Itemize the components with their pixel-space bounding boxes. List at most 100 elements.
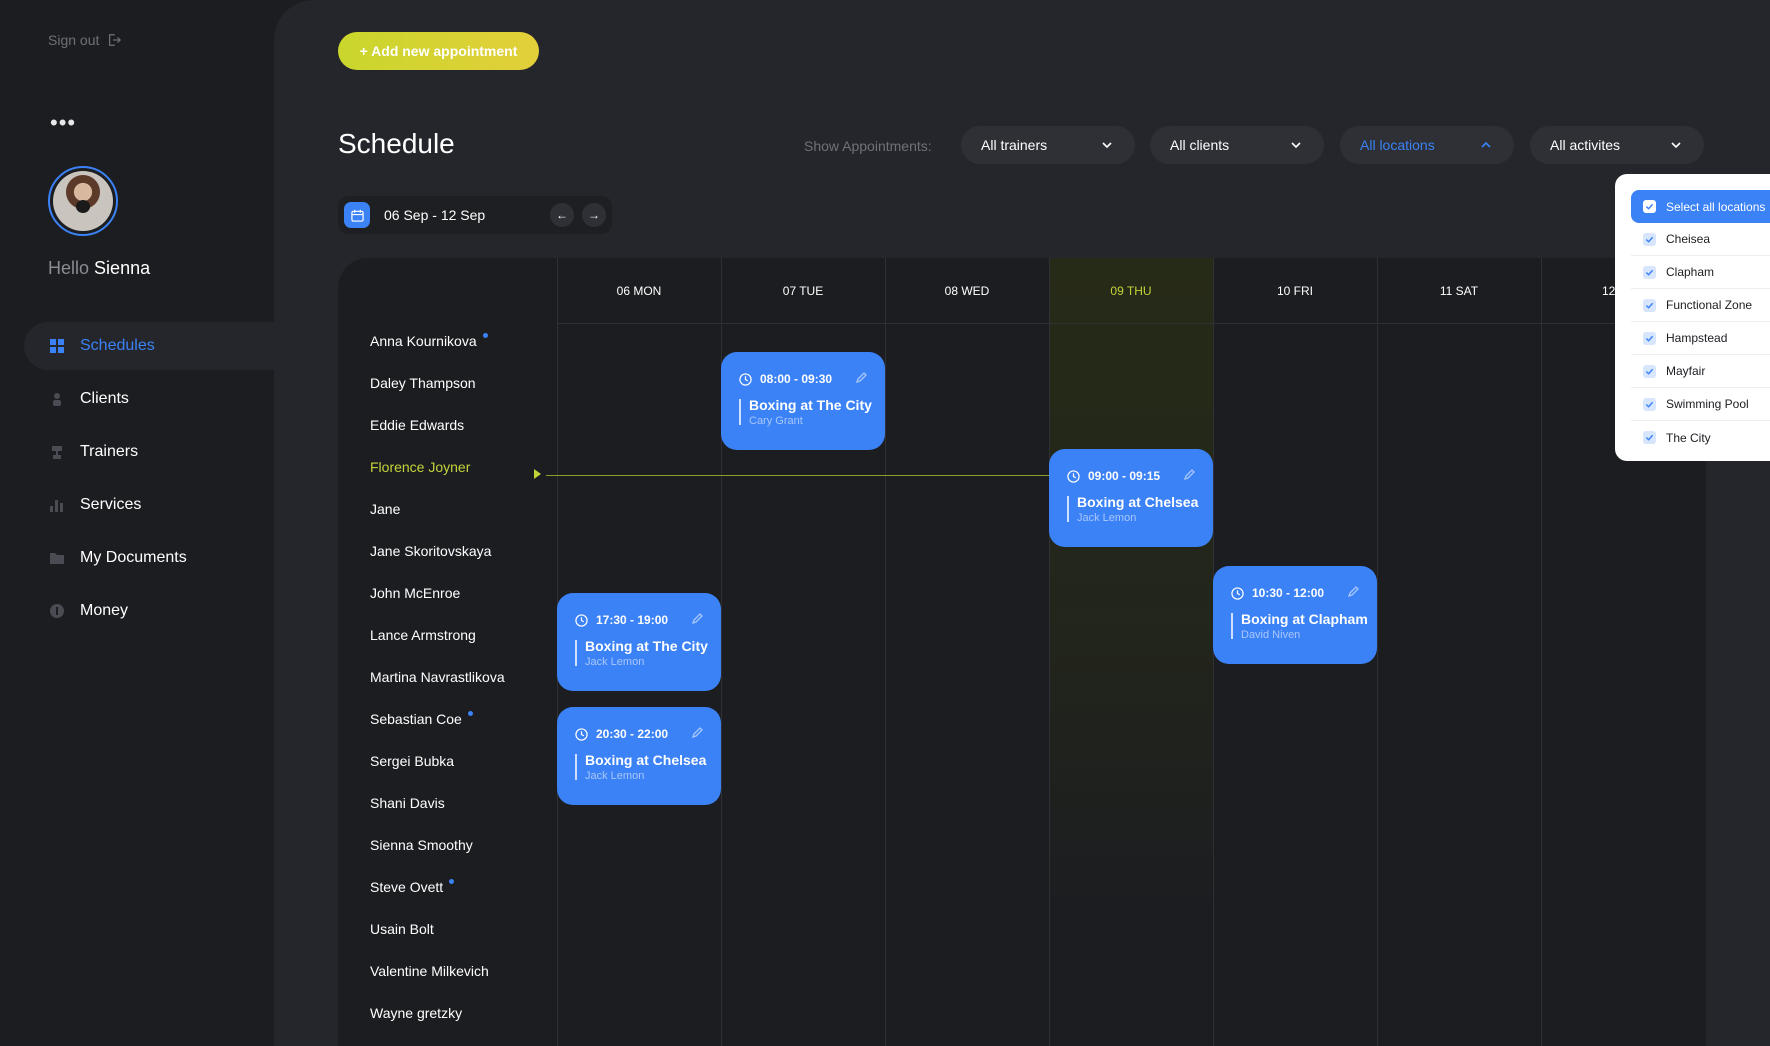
sidebar-nav: Schedules Clients Trainers Services My D… [24, 322, 274, 640]
location-option[interactable]: Swimming Pool [1631, 388, 1770, 421]
sidebar-item-label: Money [80, 602, 129, 619]
sidebar-item-label: Clients [80, 390, 129, 407]
appointment-title: Boxing at Chelsea [585, 752, 707, 768]
filter-label: All clients [1170, 137, 1230, 153]
appointment-title: Boxing at The City [749, 397, 872, 413]
appointment-card[interactable]: 20:30 - 22:00 Boxing at Chelsea Jack Lem… [557, 707, 721, 805]
option-label: Mayfair [1666, 364, 1706, 378]
appointment-card[interactable]: 17:30 - 19:00 Boxing at The City Jack Le… [557, 593, 721, 691]
sidebar-item-services[interactable]: Services [24, 481, 274, 529]
filter-label: All activites [1550, 137, 1621, 153]
sidebar-item-schedules[interactable]: Schedules [24, 322, 274, 370]
column-divider [1377, 258, 1378, 1046]
clock-icon [575, 727, 588, 741]
location-option[interactable]: Functional Zone [1631, 289, 1770, 322]
checkbox-checked-icon[interactable] [1643, 364, 1656, 378]
trainer-list-item[interactable]: Shani Davis [370, 795, 445, 811]
trainer-list-item[interactable]: Anna Kournikova [370, 333, 488, 349]
edit-icon[interactable] [855, 372, 867, 384]
filter-label: All trainers [981, 137, 1048, 153]
date-range-label: 06 Sep - 12 Sep [384, 207, 486, 223]
day-header[interactable]: 08 WED [885, 284, 1049, 298]
option-label: Hampstead [1666, 331, 1728, 345]
sidebar: Sign out ••• Hello Sienna Schedules Clie… [0, 0, 274, 1046]
appointment-time: 17:30 - 19:00 [596, 613, 669, 627]
sign-out-link[interactable]: Sign out [48, 32, 122, 48]
greeting-prefix: Hello [48, 258, 90, 278]
edit-icon[interactable] [691, 727, 703, 739]
day-header-today[interactable]: 09 THU [1049, 284, 1213, 298]
trophy-icon [52, 446, 62, 459]
trainer-list-item[interactable]: Lance Armstrong [370, 627, 476, 643]
day-header[interactable]: 06 MON [557, 284, 721, 298]
chevron-down-icon [1291, 142, 1301, 149]
day-header[interactable]: 07 TUE [721, 284, 885, 298]
appointment-card[interactable]: 10:30 - 12:00 Boxing at Clapham David Ni… [1213, 566, 1377, 664]
edit-icon[interactable] [691, 613, 703, 625]
clients-filter[interactable]: All clients [1150, 126, 1324, 164]
sidebar-item-trainers[interactable]: Trainers [24, 428, 274, 476]
coin-icon [50, 604, 64, 618]
select-all-locations-option[interactable]: Select all locations [1631, 190, 1770, 223]
checkbox-checked-icon[interactable] [1643, 265, 1656, 279]
checkbox-checked-icon[interactable] [1643, 331, 1656, 345]
prev-week-button[interactable]: ← [550, 203, 574, 227]
day-header[interactable]: 11 SAT [1377, 284, 1541, 298]
chevron-up-icon [1481, 141, 1491, 148]
trainer-list-item[interactable]: John McEnroe [370, 585, 460, 601]
location-option[interactable]: The City [1631, 421, 1770, 454]
location-option[interactable]: Cheisea [1631, 223, 1770, 256]
location-option[interactable]: Mayfair [1631, 355, 1770, 388]
trainer-name: Sergei Bubka [370, 753, 455, 769]
more-menu-icon[interactable]: ••• [50, 112, 76, 134]
trainer-list-item[interactable]: Wayne gretzky [370, 1005, 462, 1021]
trainer-list-item[interactable]: Florence Joyner [370, 459, 470, 475]
locations-filter[interactable]: All locations [1340, 126, 1514, 164]
trainer-list-item[interactable]: Sergei Bubka [370, 753, 454, 769]
activities-filter[interactable]: All activites [1530, 126, 1704, 164]
location-option[interactable]: Hampstead [1631, 322, 1770, 355]
trainer-list-item[interactable]: Sebastian Coe [370, 711, 473, 727]
date-range-picker[interactable]: 06 Sep - 12 Sep ← → [338, 196, 612, 234]
sidebar-item-clients[interactable]: Clients [24, 375, 274, 423]
highlight-guide-line [546, 475, 1052, 476]
sidebar-item-money[interactable]: Money [24, 587, 274, 635]
trainers-filter[interactable]: All trainers [961, 126, 1135, 164]
trainer-list-item[interactable]: Jane Skoritovskaya [370, 543, 491, 559]
appointment-card[interactable]: 08:00 - 09:30 Boxing at The City Cary Gr… [721, 352, 885, 450]
trainer-list-item[interactable]: Daley Thampson [370, 375, 476, 391]
avatar[interactable] [48, 166, 118, 236]
calendar-icon[interactable] [344, 202, 370, 228]
trainer-list-item[interactable]: Martina Navrastlikova [370, 669, 505, 685]
option-label: Functional Zone [1666, 298, 1753, 312]
appointment-time: 10:30 - 12:00 [1252, 586, 1325, 600]
checkbox-checked-icon[interactable] [1643, 298, 1656, 312]
trainer-list-item[interactable]: Steve Ovett [370, 879, 455, 895]
appointment-client: Jack Lemon [585, 770, 645, 782]
trainer-list-item[interactable]: Valentine Milkevich [370, 963, 489, 979]
sidebar-item-my-documents[interactable]: My Documents [24, 534, 274, 582]
appointment-title: Boxing at The City [585, 638, 708, 654]
trainer-list-item[interactable]: Sienna Smoothy [370, 837, 473, 853]
appointment-time: 08:00 - 09:30 [760, 372, 833, 386]
checkbox-checked-icon[interactable] [1643, 397, 1656, 411]
appointment-card[interactable]: 09:00 - 09:15 Boxing at Chelsea Jack Lem… [1049, 449, 1213, 547]
next-week-button[interactable]: → [582, 203, 606, 227]
location-option[interactable]: Clapham [1631, 256, 1770, 289]
clock-icon [739, 372, 752, 386]
trainer-name: Jane [370, 501, 401, 517]
clock-icon [1231, 586, 1244, 600]
trainer-list-item[interactable]: Usain Bolt [370, 921, 434, 937]
edit-icon[interactable] [1347, 586, 1359, 598]
notification-dot [482, 333, 488, 338]
trainer-name: Jane Skoritovskaya [370, 543, 492, 559]
trainer-list-item[interactable]: Jane [370, 501, 400, 517]
add-appointment-button[interactable]: + Add new appointment [338, 32, 539, 70]
edit-icon[interactable] [1183, 469, 1195, 481]
trainer-list-item[interactable]: Eddie Edwards [370, 417, 464, 433]
logout-icon [109, 34, 122, 46]
checkbox-checked-icon[interactable] [1643, 232, 1656, 246]
checkbox-checked-icon[interactable] [1643, 431, 1656, 444]
checkbox-checked-icon[interactable] [1643, 200, 1656, 213]
day-header[interactable]: 10 FRI [1213, 284, 1377, 298]
